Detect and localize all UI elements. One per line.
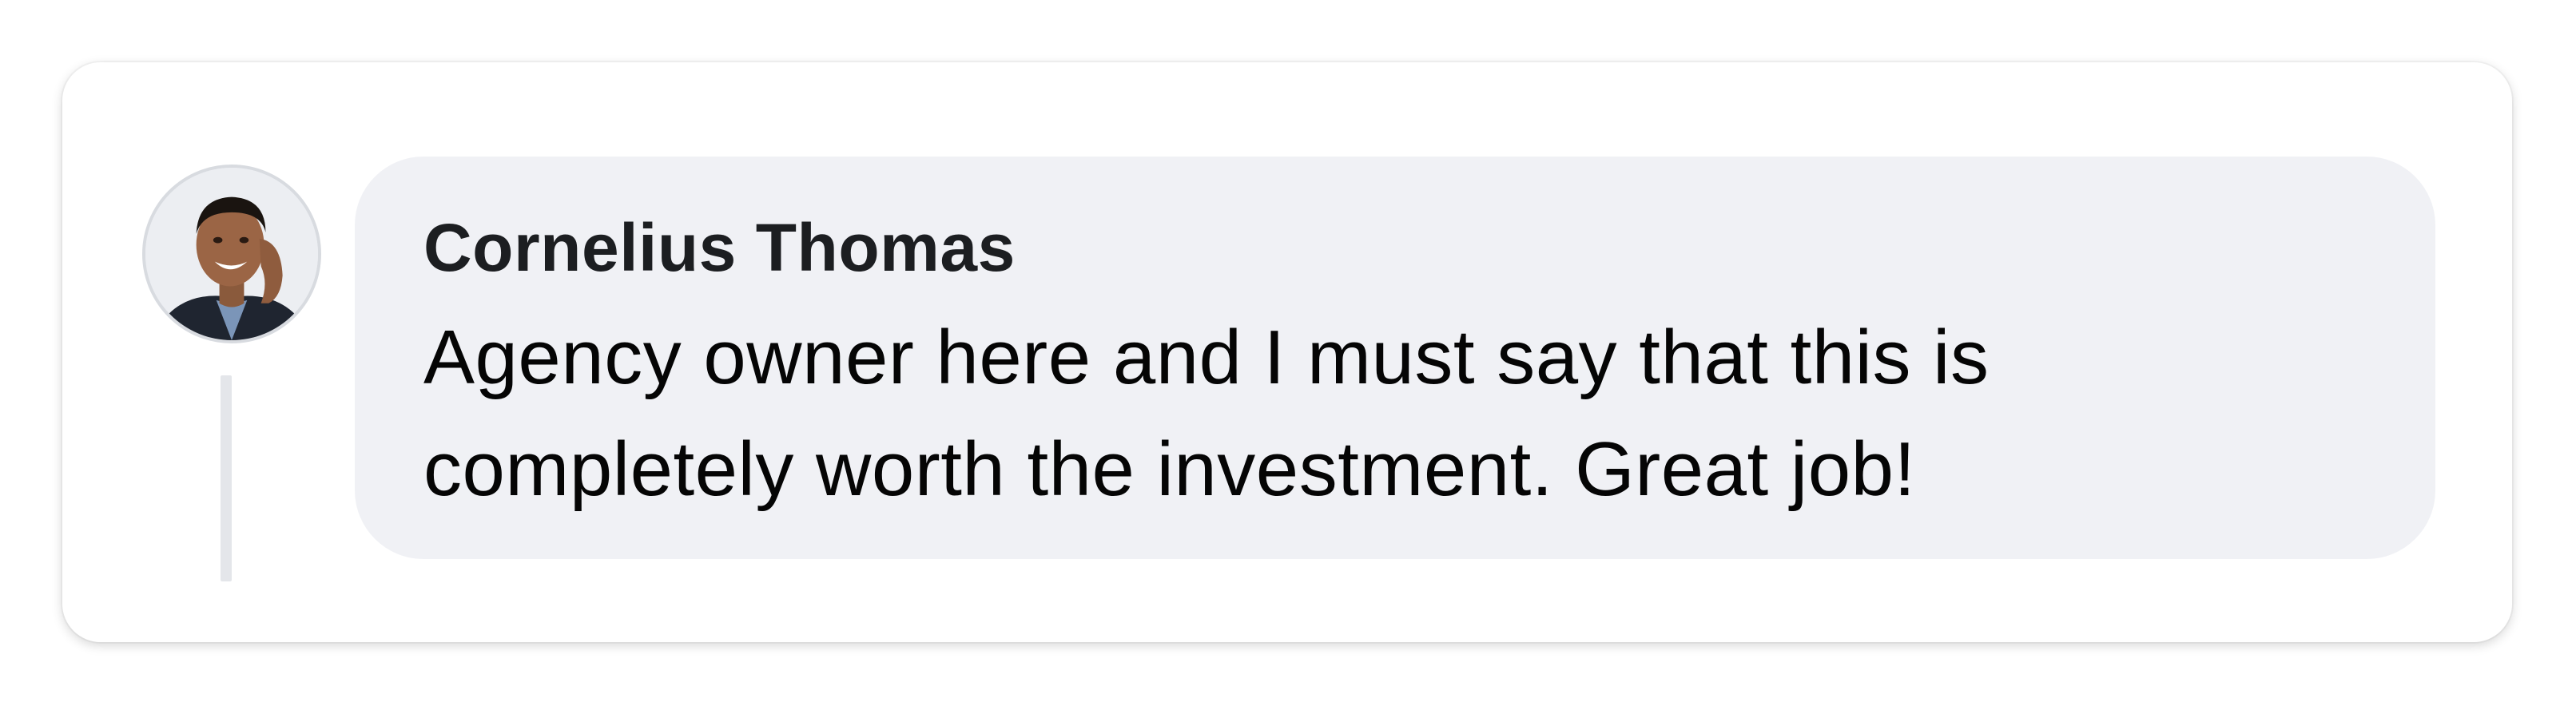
comment-card: Cornelius Thomas Agency owner here and I…	[62, 62, 2512, 642]
comment-bubble: Cornelius Thomas Agency owner here and I…	[355, 157, 2435, 559]
avatar[interactable]	[142, 165, 321, 343]
comment-author-name[interactable]: Cornelius Thomas	[423, 204, 2363, 291]
comment-text: Agency owner here and I must say that th…	[423, 315, 1990, 512]
page: Cornelius Thomas Agency owner here and I…	[0, 0, 2576, 706]
thread-line	[221, 375, 232, 581]
avatar-photo-icon	[145, 168, 318, 340]
